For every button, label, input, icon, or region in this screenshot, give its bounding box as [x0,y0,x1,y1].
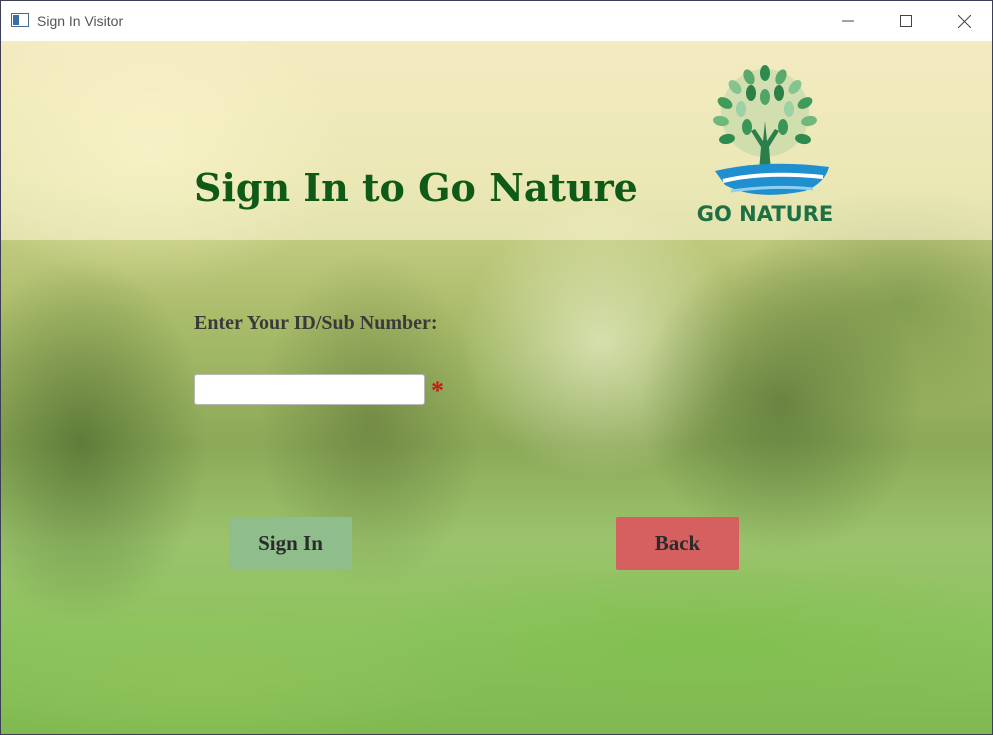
maximize-button[interactable] [877,1,935,41]
go-nature-logo: GO NATURE [697,65,834,226]
title-bar[interactable]: Sign In Visitor [1,1,992,41]
id-field-label: Enter Your ID/Sub Number: [194,312,438,334]
maximize-icon [900,15,912,27]
close-button[interactable] [935,1,992,41]
window-title: Sign In Visitor [37,13,124,29]
id-sub-number-input[interactable] [194,374,425,405]
page-title: Sign In to Go Nature [194,165,638,210]
required-indicator: * [431,376,444,405]
back-button[interactable]: Back [616,517,739,570]
minimize-icon [842,20,854,22]
sign-in-panel: Sign In to Go Nature GO NATURE Enter You… [1,41,992,734]
app-window: Sign In Visitor Sign In to Go Nature GO … [0,0,993,735]
app-window-icon [11,13,29,27]
close-icon [957,14,971,28]
sign-in-button[interactable]: Sign In [229,517,352,570]
logo-text: GO NATURE [697,202,834,226]
minimize-button[interactable] [819,1,877,41]
